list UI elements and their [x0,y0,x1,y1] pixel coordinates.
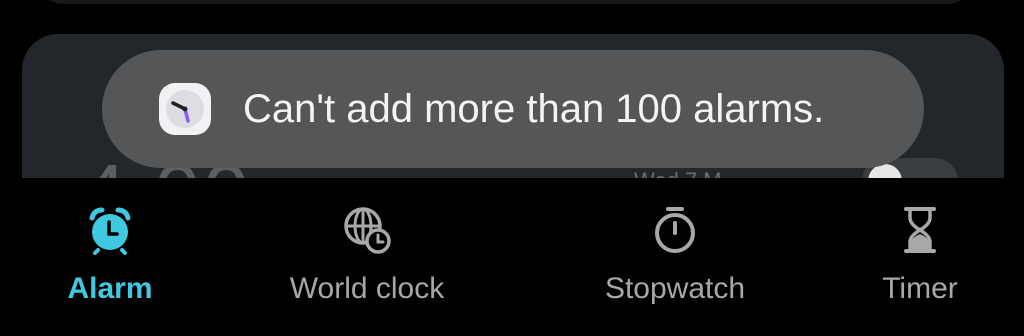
stopwatch-icon [655,207,695,253]
tab-alarm-label: Alarm [67,272,153,305]
clock-app-screen: 4:00 Wed 7 M Can't add more than 100 ala… [0,0,1024,336]
tab-timer[interactable]: Timer [850,178,990,336]
tab-stopwatch[interactable]: Stopwatch [585,178,765,336]
tab-world-clock[interactable]: World clock [262,178,472,336]
clock-app-icon [159,83,211,135]
hourglass-icon [904,207,936,253]
globe-clock-icon [344,207,391,254]
alarm-clock-icon [89,207,131,255]
bottom-navigation: Alarm World clock Stopwatch Timer [0,178,1024,336]
tab-alarm[interactable]: Alarm [40,178,180,336]
toast-notification: Can't add more than 100 alarms. [102,50,924,168]
tab-timer-label: Timer [882,272,958,305]
toast-message: Can't add more than 100 alarms. [243,86,825,131]
previous-alarm-card[interactable] [40,0,970,4]
tab-stopwatch-label: Stopwatch [604,272,746,305]
tab-world-clock-label: World clock [289,272,445,305]
